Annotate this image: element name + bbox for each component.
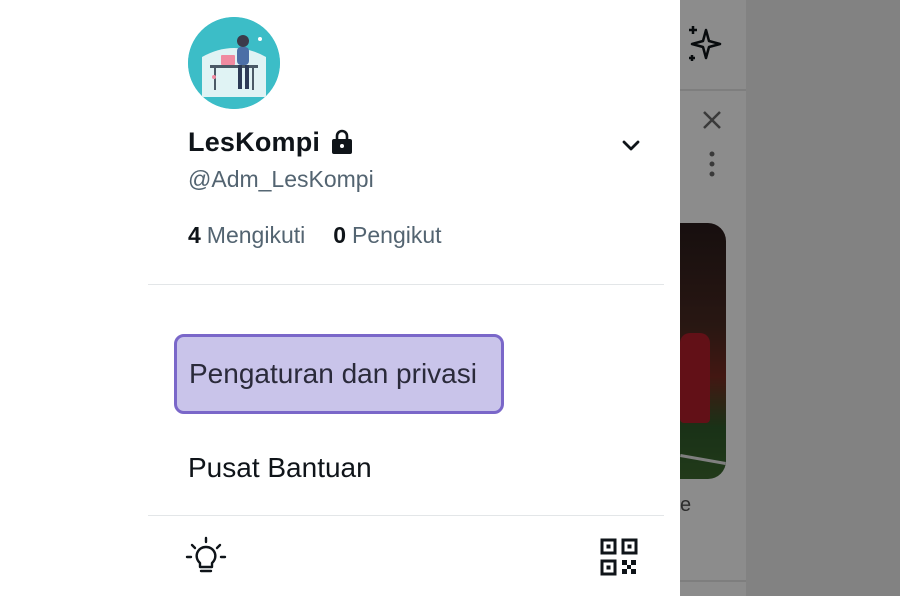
menu-item-settings-privacy[interactable]: Pengaturan dan privasi: [174, 334, 504, 414]
followers-label: Pengikut: [352, 222, 442, 248]
navigation-drawer: LesKompi @Adm_LesKompi 4 Mengikuti 0 Pengi…: [148, 0, 680, 596]
menu-item-help-center[interactable]: Pusat Bantuan: [188, 448, 372, 488]
drawer-divider-top: [148, 284, 664, 285]
lightbulb-icon[interactable]: [184, 535, 228, 579]
menu-item-settings-label: Pengaturan dan privasi: [189, 358, 477, 389]
following-stat[interactable]: 4 Mengikuti: [188, 222, 305, 249]
qr-code-icon[interactable]: [600, 538, 638, 576]
lock-icon: [332, 129, 353, 154]
drawer-scrim[interactable]: [680, 0, 900, 596]
avatar-illustration: [188, 17, 280, 109]
drawer-divider-bottom: [148, 515, 664, 516]
followers-count: 0: [333, 222, 347, 248]
avatar[interactable]: [188, 17, 280, 109]
following-count: 4: [188, 222, 201, 248]
followers-stat[interactable]: 0 Pengikut: [333, 222, 441, 249]
menu-item-help-label: Pusat Bantuan: [188, 452, 372, 483]
chevron-down-icon[interactable]: [618, 132, 644, 158]
profile-handle: @Adm_LesKompi: [188, 166, 374, 192]
profile-name-row[interactable]: LesKompi: [188, 124, 354, 160]
profile-display-name: LesKompi: [188, 126, 321, 157]
left-margin: [0, 0, 148, 596]
following-label: Mengikuti: [206, 222, 306, 248]
follow-stats: 4 Mengikuti 0 Pengikut: [188, 222, 442, 249]
